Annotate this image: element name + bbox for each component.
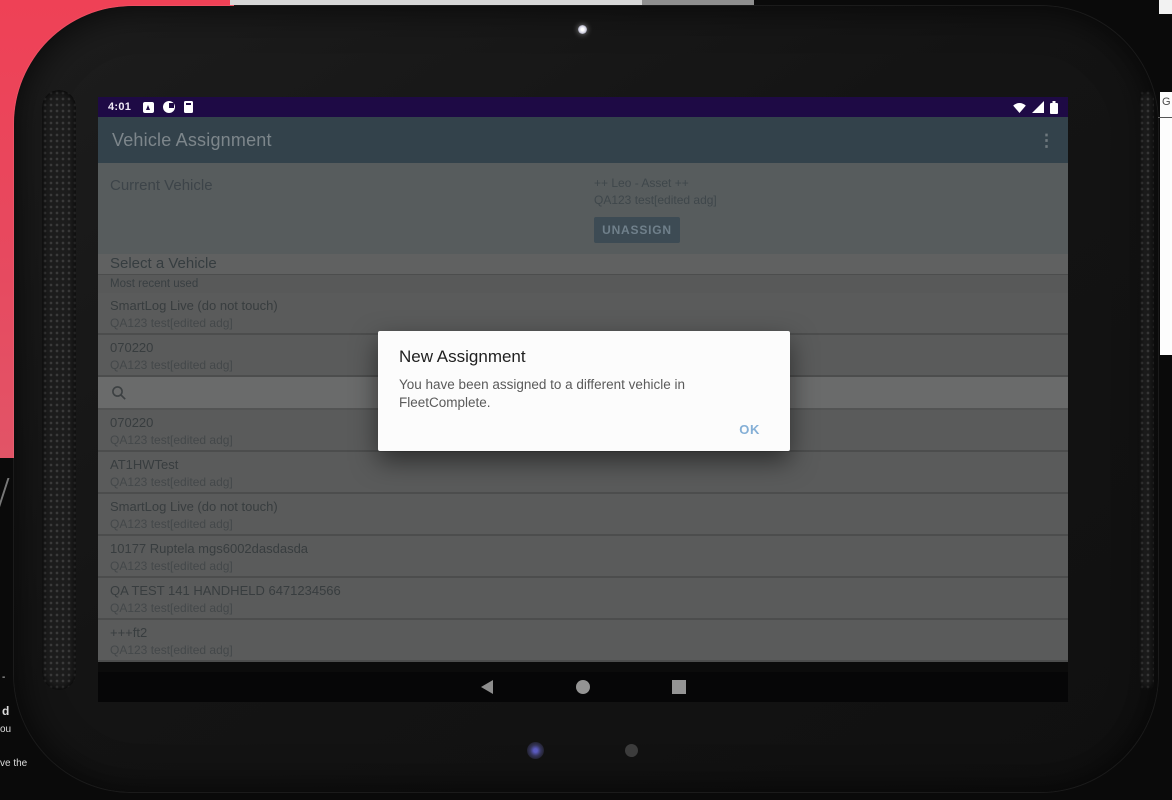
notification-icon — [143, 101, 155, 113]
status-system-icons — [1012, 100, 1058, 114]
speaker-grille-left — [42, 90, 76, 690]
background-corner-white — [1159, 0, 1172, 14]
background-edge-letter: G — [1162, 96, 1171, 108]
background-page-edge: G — [1160, 92, 1172, 355]
dialog-message: You have been assigned to a different ve… — [399, 377, 685, 410]
vehicle-row-title: +++ft2 — [110, 625, 148, 640]
vehicle-row-subtitle: QA123 test[edited adg] — [110, 316, 233, 330]
screenshot-scene: G - d ou ve the 4:01 Vehicle Assignment … — [0, 0, 1172, 800]
dialog-title: New Assignment — [399, 347, 526, 366]
overflow-menu-icon[interactable]: ⋮ — [1038, 132, 1055, 149]
wifi-icon — [1013, 102, 1026, 113]
bezel-sensor-dot — [625, 744, 638, 757]
device-screen: 4:01 Vehicle Assignment ⋮ Current Vehicl… — [98, 97, 1068, 702]
bezel-camera-dot — [527, 742, 544, 759]
current-vehicle-subtitle: QA123 test[edited adg] — [594, 193, 717, 207]
battery-icon — [1050, 100, 1058, 114]
background-text-sliver — [0, 478, 10, 524]
vehicle-row-title: AT1HWTest — [110, 457, 179, 472]
page-title: Vehicle Assignment — [112, 129, 272, 150]
current-vehicle-section: Current Vehicle ++ Leo - Asset ++ QA123 … — [98, 163, 1068, 254]
vehicle-row[interactable]: 10177 Ruptela mgs6002dasdasda QA123 test… — [98, 536, 1068, 578]
home-icon[interactable] — [576, 680, 590, 694]
ok-button[interactable]: OK — [733, 421, 766, 438]
background-page-rule — [1158, 117, 1172, 118]
vehicle-row-subtitle: QA123 test[edited adg] — [110, 517, 233, 531]
search-icon — [112, 385, 126, 400]
vehicle-row[interactable]: SmartLog Live (do not touch) QA123 test[… — [98, 494, 1068, 536]
background-text-fragment: ou — [0, 724, 12, 735]
vehicle-row[interactable]: SmartLog Live (do not touch) QA123 test[… — [98, 293, 1068, 335]
recents-icon[interactable] — [672, 680, 686, 694]
cellular-signal-icon — [1032, 100, 1044, 113]
clock-label: 4:01 — [108, 101, 132, 113]
speaker-grille-right — [1139, 90, 1154, 690]
vehicle-row-title: SmartLog Live (do not touch) — [110, 298, 278, 313]
list-bottom-gap — [98, 662, 1068, 672]
vehicle-row-subtitle: QA123 test[edited adg] — [110, 475, 233, 489]
unassign-button[interactable]: UNASSIGN — [594, 217, 680, 243]
dialog-actions: OK — [733, 421, 766, 439]
current-vehicle-label: Current Vehicle — [110, 177, 213, 194]
vehicle-row-title: QA TEST 141 HANDHELD 6471234566 — [110, 583, 341, 598]
background-text-fragment: ve the — [0, 758, 28, 769]
app-toolbar: Vehicle Assignment ⋮ — [98, 117, 1068, 163]
vehicle-row-title: 10177 Ruptela mgs6002dasdasda — [110, 541, 309, 556]
vehicle-row[interactable]: AT1HWTest QA123 test[edited adg] — [98, 452, 1068, 494]
vehicle-row[interactable]: QA TEST 141 HANDHELD 6471234566 QA123 te… — [98, 578, 1068, 620]
android-nav-bar — [98, 672, 1068, 702]
background-top-strip-dark — [642, 0, 754, 5]
new-assignment-dialog: New Assignment You have been assigned to… — [378, 331, 790, 451]
status-bar: 4:01 — [98, 97, 1068, 117]
back-icon[interactable] — [481, 680, 493, 694]
background-text-fragment: - — [2, 672, 6, 683]
vehicle-row-title: SmartLog Live (do not touch) — [110, 499, 278, 514]
front-camera-icon — [578, 25, 587, 34]
background-text-fragment: d — [2, 704, 10, 718]
vehicle-row-subtitle: QA123 test[edited adg] — [110, 643, 233, 657]
vehicle-row-subtitle: QA123 test[edited adg] — [110, 601, 233, 615]
vehicle-row-subtitle: QA123 test[edited adg] — [110, 559, 233, 573]
notification-icon — [163, 101, 176, 113]
current-vehicle-name: ++ Leo - Asset ++ — [594, 176, 689, 190]
most-recent-header: Most recent used — [98, 274, 1068, 293]
background-top-strip — [230, 0, 642, 5]
notification-icon — [184, 101, 194, 113]
select-vehicle-header: Select a Vehicle — [98, 254, 1068, 274]
notification-icons — [143, 101, 194, 113]
vehicle-row[interactable]: +++ft2 QA123 test[edited adg] — [98, 620, 1068, 662]
